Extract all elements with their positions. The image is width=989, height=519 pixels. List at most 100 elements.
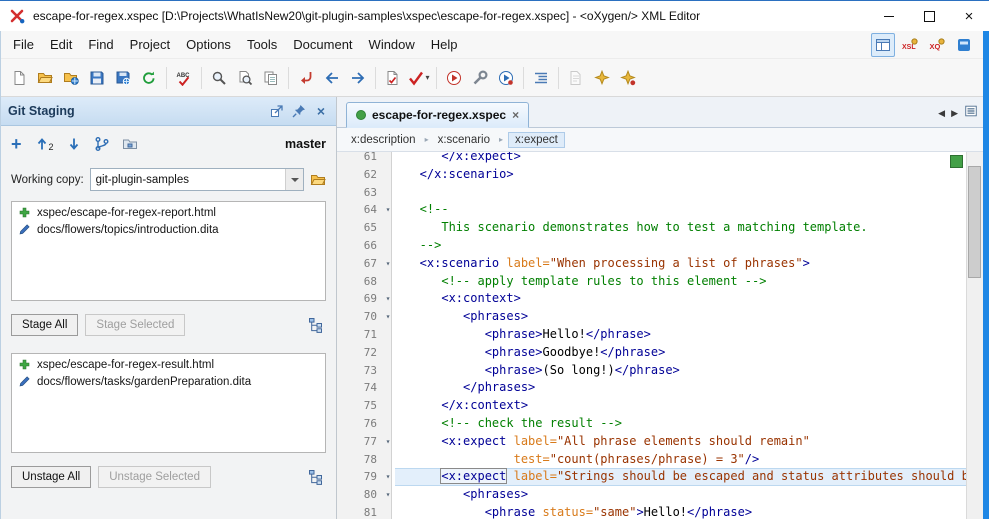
code-line-70[interactable]: 70 ▾ <phrases> [337,308,967,326]
configure-transformation-icon[interactable] [467,65,493,91]
code-line-79[interactable]: 79 ▾ <x:expect label="Strings should be e… [337,468,967,487]
code-line-66[interactable]: 66 --> [337,237,967,255]
staged-files-list[interactable]: xspec/escape-for-regex-result.html docs/f… [11,353,326,453]
menu-window[interactable]: Window [361,33,423,56]
refactoring-icon[interactable] [589,65,615,91]
working-copy-combobox[interactable]: git-plugin-samples [89,168,304,191]
stage-selected-button[interactable]: Stage Selected [85,314,186,336]
menu-options[interactable]: Options [178,33,239,56]
minimize-button[interactable] [869,1,909,31]
validate-icon[interactable] [380,65,406,91]
code-line-text: </x:context> [398,398,529,413]
next-editor-icon[interactable]: ▶ [951,109,958,118]
open-icon[interactable] [32,65,58,91]
new-icon[interactable] [6,65,32,91]
menu-tools[interactable]: Tools [239,33,285,56]
unstaged-files-list[interactable]: xspec/escape-for-regex-report.html docs/f… [11,201,326,301]
layout-icon[interactable] [952,33,976,57]
menu-help[interactable]: Help [423,33,466,56]
pin-icon[interactable] [291,103,307,119]
close-button[interactable]: × [949,1,989,31]
code-line-text: </phrases> [398,380,536,395]
quick-fix-icon[interactable] [615,65,641,91]
breadcrumb-item-x-expect[interactable]: x:expect [508,131,565,148]
save-url-icon[interactable] [110,65,136,91]
fold-marker-icon: ▾ [385,436,391,446]
reload-icon[interactable] [136,65,162,91]
menu-project[interactable]: Project [122,33,178,56]
menu-find[interactable]: Find [80,33,121,56]
code-line-78[interactable]: 78 test="count(phrases/phrase) = 3"/> [337,451,967,469]
line-number: 81 [363,505,377,519]
unstage-all-button[interactable]: Unstage All [11,466,92,488]
staged-tree-view-icon[interactable] [306,468,326,486]
unstage-selected-button[interactable]: Unstage Selected [98,466,211,488]
xslt-debugger-perspective-icon[interactable]: XSL [898,33,922,57]
tab-escape-for-regex[interactable]: escape-for-regex.xspec × [346,102,530,128]
stage-plus-icon[interactable]: + [11,135,22,153]
vertical-scrollbar[interactable] [966,152,983,519]
branch-manager-icon[interactable] [94,136,110,152]
file-row[interactable]: docs/flowers/tasks/gardenPreparation.dit… [12,373,325,390]
go-to-modification-icon[interactable] [293,65,319,91]
code-line-75[interactable]: 75 </x:context> [337,397,967,415]
file-row[interactable]: docs/flowers/topics/introduction.dita [12,221,325,238]
code-line-77[interactable]: 77 ▾ <x:expect label="All phrase elements… [337,433,967,451]
forward-icon[interactable] [345,65,371,91]
code-line-65[interactable]: 65 This scenario demonstrates how to tes… [337,219,967,237]
browse-working-copy-button[interactable] [310,172,326,188]
push-icon[interactable]: 2 [34,136,54,152]
validate-menu-icon[interactable]: ▾ [406,65,432,91]
breadcrumb-item-x-scenario[interactable]: x:scenario [434,133,494,147]
file-row[interactable]: xspec/escape-for-regex-report.html [12,204,325,221]
code-line-81[interactable]: 81 <phrase status="same">Hello!</phrase> [337,504,967,519]
find-icon[interactable] [206,65,232,91]
code-line-68[interactable]: 68 <!-- apply template rules to this ele… [337,273,967,291]
spell-check-icon[interactable]: ABC [171,65,197,91]
maximize-button[interactable] [909,1,949,31]
debug-transformation-icon[interactable] [493,65,519,91]
format-indent-icon[interactable] [528,65,554,91]
stage-all-button[interactable]: Stage All [11,314,79,336]
back-icon[interactable] [319,65,345,91]
line-number: 69 [363,292,377,306]
line-number: 71 [363,327,377,341]
menu-file[interactable]: File [5,33,42,56]
code-editor[interactable]: 61 </x:expect> 62 </x:scenario> 63 64 ▾ <!--… [337,152,983,519]
save-icon[interactable] [84,65,110,91]
editor-list-icon[interactable] [964,104,978,123]
xquery-debugger-perspective-icon[interactable]: XQ [925,33,949,57]
tab-close-icon[interactable]: × [512,109,519,121]
code-line-71[interactable]: 71 <phrase>Hello!</phrase> [337,326,967,344]
code-line-80[interactable]: 80 ▾ <phrases> [337,486,967,504]
find-in-files-icon[interactable] [232,65,258,91]
pull-icon[interactable] [66,136,82,152]
code-line-72[interactable]: 72 <phrase>Goodbye!</phrase> [337,344,967,362]
close-icon[interactable]: × [313,103,329,119]
code-line-73[interactable]: 73 <phrase>(So long!)</phrase> [337,362,967,380]
code-line-61[interactable]: 61 </x:expect> [337,152,967,166]
breadcrumb-item-x-description[interactable]: x:description [347,133,420,147]
code-line-74[interactable]: 74 </phrases> [337,379,967,397]
file-row[interactable]: xspec/escape-for-regex-result.html [12,356,325,373]
submodules-icon[interactable] [122,136,138,152]
editor-perspective-icon[interactable] [871,32,895,57]
menu-edit[interactable]: Edit [42,33,80,56]
scrollbar-thumb[interactable] [968,166,981,278]
code-line-63[interactable]: 63 [337,184,967,202]
code-line-64[interactable]: 64 ▾ <!-- [337,201,967,219]
float-icon[interactable] [269,103,285,119]
code-line-62[interactable]: 62 </x:scenario> [337,166,967,184]
code-line-69[interactable]: 69 ▾ <x:context> [337,290,967,308]
code-line-76[interactable]: 76 <!-- check the result --> [337,415,967,433]
unstaged-tree-view-icon[interactable] [306,316,326,334]
combo-dropdown-button[interactable] [285,169,303,190]
change-tracking-icon[interactable] [563,65,589,91]
open-url-icon[interactable] [58,65,84,91]
code-line-67[interactable]: 67 ▾ <x:scenario label="When processing a… [337,255,967,273]
menu-document[interactable]: Document [285,33,360,56]
apply-transformation-icon[interactable] [441,65,467,91]
editor-tab-bar: escape-for-regex.xspec × ◀ ▶ [337,97,983,128]
prev-editor-icon[interactable]: ◀ [938,109,945,118]
find-resource-icon[interactable] [258,65,284,91]
